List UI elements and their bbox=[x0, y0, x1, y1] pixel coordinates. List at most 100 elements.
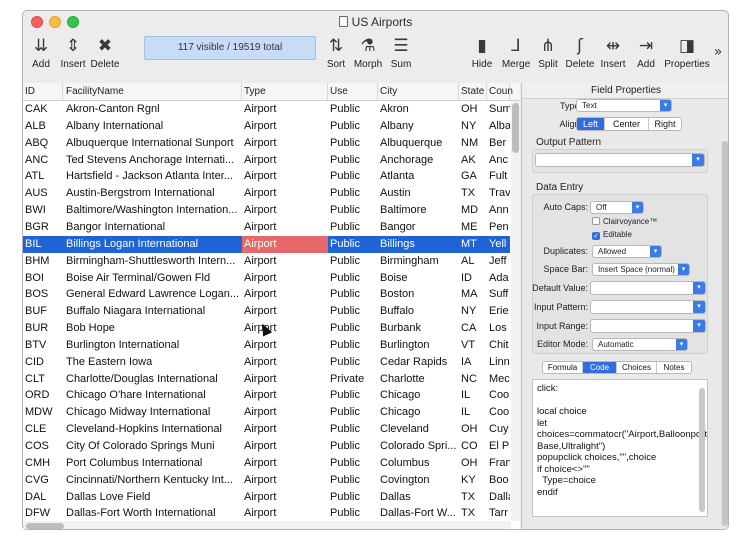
cell-id[interactable]: BUF bbox=[23, 303, 63, 320]
table-row[interactable]: BWI Baltimore/Washington Internation... Ai… bbox=[23, 202, 510, 219]
cell-use[interactable]: Public bbox=[328, 185, 378, 202]
cell-id[interactable]: ABQ bbox=[23, 135, 63, 152]
align-left-option[interactable]: Left bbox=[577, 118, 605, 130]
cell-facility-name[interactable]: Billings Logan International bbox=[64, 236, 242, 253]
table-row[interactable]: ANC Ted Stevens Anchorage Internati... Air… bbox=[23, 152, 510, 169]
cell-id[interactable]: BUR bbox=[23, 320, 63, 337]
column-header-use[interactable]: Use bbox=[328, 83, 378, 101]
cell-county[interactable]: Mec bbox=[487, 371, 510, 388]
table-row[interactable]: BOS General Edward Lawrence Logan... Airpo… bbox=[23, 286, 510, 303]
table-row[interactable]: BGR Bangor International Airport Public Bang… bbox=[23, 219, 510, 236]
cell-state[interactable]: ID bbox=[459, 270, 487, 287]
cell-type[interactable]: Airport bbox=[242, 185, 328, 202]
cell-id[interactable]: BOI bbox=[23, 270, 63, 287]
scroll-thumb[interactable] bbox=[722, 141, 728, 526]
table-row[interactable]: ABQ Albuquerque International Sunport Airp… bbox=[23, 135, 510, 152]
cell-type[interactable]: Airport bbox=[242, 235, 328, 253]
tab-choices[interactable]: Choices bbox=[617, 362, 657, 373]
cell-use[interactable]: Private bbox=[328, 371, 378, 388]
column-header-city[interactable]: City bbox=[378, 83, 459, 101]
cell-state[interactable]: NM bbox=[459, 135, 487, 152]
cell-facility-name[interactable]: Bangor International bbox=[64, 219, 242, 236]
cell-facility-name[interactable]: Buffalo Niagara International bbox=[64, 303, 242, 320]
cell-county[interactable]: El P bbox=[487, 438, 510, 455]
cell-county[interactable]: Jeff bbox=[487, 253, 510, 270]
cell-type[interactable]: Airport bbox=[242, 135, 328, 152]
cell-type[interactable]: Airport bbox=[242, 371, 328, 388]
cell-id[interactable]: BIL bbox=[23, 236, 63, 253]
zoom-window-button[interactable] bbox=[67, 16, 79, 28]
input-range-field[interactable]: ▾ bbox=[590, 319, 706, 333]
table-row[interactable]: CVG Cincinnati/Northern Kentucky Int... Ai… bbox=[23, 472, 510, 489]
cell-id[interactable]: BHM bbox=[23, 253, 63, 270]
cell-id[interactable]: CLE bbox=[23, 421, 63, 438]
close-window-button[interactable] bbox=[31, 16, 43, 28]
properties-button[interactable]: ◨ Properties bbox=[663, 35, 711, 70]
table-row[interactable]: CLE Cleveland-Hopkins International Airpor… bbox=[23, 421, 510, 438]
cell-state[interactable]: MT bbox=[459, 236, 487, 253]
cell-id[interactable]: DFW bbox=[23, 505, 63, 522]
cell-facility-name[interactable]: Dallas Love Field bbox=[64, 489, 242, 506]
cell-facility-name[interactable]: Albany International bbox=[64, 118, 242, 135]
cell-city[interactable]: Birmingham bbox=[378, 253, 459, 270]
cell-state[interactable]: CA bbox=[459, 320, 487, 337]
cell-city[interactable]: Covington bbox=[378, 472, 459, 489]
cell-facility-name[interactable]: Chicago O'hare International bbox=[64, 387, 242, 404]
cell-city[interactable]: Baltimore bbox=[378, 202, 459, 219]
space-bar-popup[interactable]: Insert Space (normal) ▾ bbox=[592, 263, 690, 276]
cell-id[interactable]: ALB bbox=[23, 118, 63, 135]
cell-type[interactable]: Airport bbox=[242, 253, 328, 270]
cell-id[interactable]: BWI bbox=[23, 202, 63, 219]
cell-type[interactable]: Airport bbox=[242, 404, 328, 421]
cell-id[interactable]: CVG bbox=[23, 472, 63, 489]
add-field-button[interactable]: ⇥ Add bbox=[626, 35, 666, 70]
cell-county[interactable]: Linn bbox=[487, 354, 510, 371]
cell-county[interactable]: Trav bbox=[487, 185, 510, 202]
cell-use[interactable]: Public bbox=[328, 236, 378, 253]
cell-city[interactable]: Colorado Spri... bbox=[378, 438, 459, 455]
cell-county[interactable]: Pen bbox=[487, 219, 510, 236]
cell-facility-name[interactable]: Birmingham-Shuttlesworth Intern... bbox=[64, 253, 242, 270]
table-row[interactable]: CID The Eastern Iowa Airport Public Cedar Ra… bbox=[23, 354, 510, 371]
cell-type[interactable]: Airport bbox=[242, 421, 328, 438]
column-header-type[interactable]: Type bbox=[242, 83, 328, 101]
cell-type[interactable]: Airport bbox=[242, 320, 328, 337]
cell-use[interactable]: Public bbox=[328, 472, 378, 489]
cell-use[interactable]: Public bbox=[328, 505, 378, 522]
cell-state[interactable]: TX bbox=[459, 489, 487, 506]
cell-state[interactable]: KY bbox=[459, 472, 487, 489]
cell-use[interactable]: Public bbox=[328, 270, 378, 287]
cell-county[interactable]: Tarr bbox=[487, 505, 510, 522]
cell-type[interactable]: Airport bbox=[242, 387, 328, 404]
input-pattern-field[interactable]: ▾ bbox=[590, 300, 706, 314]
cell-city[interactable]: Burlington bbox=[378, 337, 459, 354]
code-editor[interactable]: click: local choice let choices=commatoc… bbox=[532, 379, 708, 517]
table-row[interactable]: ALB Albany International Airport Public Alba… bbox=[23, 118, 510, 135]
cell-facility-name[interactable]: General Edward Lawrence Logan... bbox=[64, 286, 242, 303]
scroll-thumb[interactable] bbox=[512, 103, 519, 153]
sum-button[interactable]: ☰ Sum bbox=[381, 35, 421, 70]
cell-id[interactable]: MDW bbox=[23, 404, 63, 421]
cell-use[interactable]: Public bbox=[328, 387, 378, 404]
minimize-window-button[interactable] bbox=[49, 16, 61, 28]
cell-facility-name[interactable]: Akron-Canton Rgnl bbox=[64, 101, 242, 118]
cell-use[interactable]: Public bbox=[328, 152, 378, 169]
cell-state[interactable]: AL bbox=[459, 253, 487, 270]
cell-state[interactable]: OH bbox=[459, 421, 487, 438]
cell-facility-name[interactable]: Burlington International bbox=[64, 337, 242, 354]
cell-city[interactable]: Akron bbox=[378, 101, 459, 118]
table-row[interactable]: BOI Boise Air Terminal/Gowen Fld Airport Pu… bbox=[23, 270, 510, 287]
cell-state[interactable]: IA bbox=[459, 354, 487, 371]
cell-city[interactable]: Anchorage bbox=[378, 152, 459, 169]
cell-state[interactable]: NY bbox=[459, 303, 487, 320]
cell-type[interactable]: Airport bbox=[242, 219, 328, 236]
editable-checkbox[interactable]: ✓ Editable bbox=[592, 230, 632, 240]
cell-type[interactable]: Airport bbox=[242, 455, 328, 472]
cell-type[interactable]: Airport bbox=[242, 303, 328, 320]
cell-county[interactable]: Fult bbox=[487, 168, 510, 185]
column-header-id[interactable]: ID bbox=[23, 83, 63, 101]
cell-use[interactable]: Public bbox=[328, 438, 378, 455]
table-row[interactable]: BUF Buffalo Niagara International Airport P… bbox=[23, 303, 510, 320]
cell-city[interactable]: Columbus bbox=[378, 455, 459, 472]
cell-city[interactable]: Dallas-Fort W... bbox=[378, 505, 459, 522]
